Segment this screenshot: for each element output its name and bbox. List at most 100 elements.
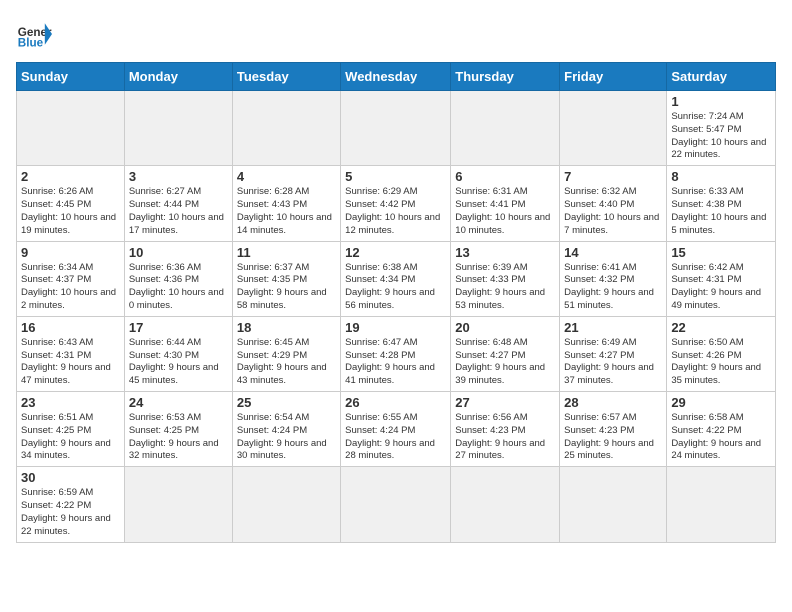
day-info: Sunrise: 6:51 AM Sunset: 4:25 PM Dayligh…: [21, 412, 120, 463]
calendar-day-cell: 8 Sunrise: 6:33 AM Sunset: 4:38 PM Daylig…: [667, 166, 776, 241]
day-info: Sunrise: 6:27 AM Sunset: 4:44 PM Dayligh…: [129, 186, 228, 237]
day-number: 5: [345, 169, 446, 184]
day-number: 28: [564, 395, 662, 410]
calendar-day-cell: [232, 467, 340, 542]
day-number: 23: [21, 395, 120, 410]
day-info: Sunrise: 6:59 AM Sunset: 4:22 PM Dayligh…: [21, 487, 120, 538]
calendar-day-cell: 11 Sunrise: 6:37 AM Sunset: 4:35 PM Dayli…: [232, 241, 340, 316]
calendar-day-cell: [124, 91, 232, 166]
calendar-day-cell: 12 Sunrise: 6:38 AM Sunset: 4:34 PM Dayli…: [341, 241, 451, 316]
calendar-day-cell: [232, 91, 340, 166]
day-info: Sunrise: 6:48 AM Sunset: 4:27 PM Dayligh…: [455, 337, 555, 388]
calendar-day-cell: 6Sunrise: 6:31 AM Sunset: 4:41 PM Daylig…: [451, 166, 560, 241]
calendar-week-row: 23 Sunrise: 6:51 AM Sunset: 4:25 PM Dayli…: [17, 392, 776, 467]
calendar-day-cell: 21 Sunrise: 6:49 AM Sunset: 4:27 PM Dayli…: [560, 316, 667, 391]
calendar-day-header: Thursday: [451, 63, 560, 91]
day-number: 17: [129, 320, 228, 335]
day-info: Sunrise: 6:38 AM Sunset: 4:34 PM Dayligh…: [345, 262, 446, 313]
logo-icon: General Blue: [16, 16, 52, 52]
calendar-day-cell: 22Sunrise: 6:50 AM Sunset: 4:26 PM Dayli…: [667, 316, 776, 391]
day-number: 27: [455, 395, 555, 410]
day-info: Sunrise: 6:26 AM Sunset: 4:45 PM Dayligh…: [21, 186, 120, 237]
calendar-day-cell: [124, 467, 232, 542]
day-info: Sunrise: 6:29 AM Sunset: 4:42 PM Dayligh…: [345, 186, 446, 237]
day-info: Sunrise: 6:50 AM Sunset: 4:26 PM Dayligh…: [671, 337, 771, 388]
calendar-day-cell: 5 Sunrise: 6:29 AM Sunset: 4:42 PM Daylig…: [341, 166, 451, 241]
calendar-day-cell: 29Sunrise: 6:58 AM Sunset: 4:22 PM Dayli…: [667, 392, 776, 467]
day-info: Sunrise: 6:36 AM Sunset: 4:36 PM Dayligh…: [129, 262, 228, 313]
day-info: Sunrise: 6:31 AM Sunset: 4:41 PM Dayligh…: [455, 186, 555, 237]
day-info: Sunrise: 6:55 AM Sunset: 4:24 PM Dayligh…: [345, 412, 446, 463]
day-info: Sunrise: 6:33 AM Sunset: 4:38 PM Dayligh…: [671, 186, 771, 237]
calendar-day-cell: [560, 91, 667, 166]
day-info: Sunrise: 6:37 AM Sunset: 4:35 PM Dayligh…: [237, 262, 336, 313]
day-info: Sunrise: 6:43 AM Sunset: 4:31 PM Dayligh…: [21, 337, 120, 388]
calendar-day-cell: [341, 467, 451, 542]
calendar-day-header: Saturday: [667, 63, 776, 91]
calendar-day-cell: 13 Sunrise: 6:39 AM Sunset: 4:33 PM Dayli…: [451, 241, 560, 316]
calendar-day-cell: 3 Sunrise: 6:27 AM Sunset: 4:44 PM Daylig…: [124, 166, 232, 241]
calendar-day-cell: 9Sunrise: 6:34 AM Sunset: 4:37 PM Daylig…: [17, 241, 125, 316]
calendar-header-row: SundayMondayTuesdayWednesdayThursdayFrid…: [17, 63, 776, 91]
day-number: 18: [237, 320, 336, 335]
day-info: Sunrise: 6:54 AM Sunset: 4:24 PM Dayligh…: [237, 412, 336, 463]
day-info: Sunrise: 6:45 AM Sunset: 4:29 PM Dayligh…: [237, 337, 336, 388]
day-number: 26: [345, 395, 446, 410]
day-number: 11: [237, 245, 336, 260]
calendar-day-cell: 4Sunrise: 6:28 AM Sunset: 4:43 PM Daylig…: [232, 166, 340, 241]
day-number: 12: [345, 245, 446, 260]
day-number: 14: [564, 245, 662, 260]
day-number: 3: [129, 169, 228, 184]
calendar-day-cell: 24 Sunrise: 6:53 AM Sunset: 4:25 PM Dayli…: [124, 392, 232, 467]
calendar-day-cell: 19Sunrise: 6:47 AM Sunset: 4:28 PM Dayli…: [341, 316, 451, 391]
day-number: 4: [237, 169, 336, 184]
day-info: Sunrise: 6:49 AM Sunset: 4:27 PM Dayligh…: [564, 337, 662, 388]
day-number: 10: [129, 245, 228, 260]
day-number: 24: [129, 395, 228, 410]
calendar-day-cell: 16 Sunrise: 6:43 AM Sunset: 4:31 PM Dayli…: [17, 316, 125, 391]
calendar-day-header: Friday: [560, 63, 667, 91]
day-number: 29: [671, 395, 771, 410]
calendar-day-cell: 30 Sunrise: 6:59 AM Sunset: 4:22 PM Dayli…: [17, 467, 125, 542]
day-info: Sunrise: 6:53 AM Sunset: 4:25 PM Dayligh…: [129, 412, 228, 463]
calendar-day-cell: 28 Sunrise: 6:57 AM Sunset: 4:23 PM Dayli…: [560, 392, 667, 467]
day-info: Sunrise: 6:39 AM Sunset: 4:33 PM Dayligh…: [455, 262, 555, 313]
calendar-week-row: 16 Sunrise: 6:43 AM Sunset: 4:31 PM Dayli…: [17, 316, 776, 391]
calendar-day-cell: 15Sunrise: 6:42 AM Sunset: 4:31 PM Dayli…: [667, 241, 776, 316]
calendar-day-cell: 2 Sunrise: 6:26 AM Sunset: 4:45 PM Daylig…: [17, 166, 125, 241]
day-number: 16: [21, 320, 120, 335]
calendar-day-header: Tuesday: [232, 63, 340, 91]
day-number: 1: [671, 94, 771, 109]
day-info: Sunrise: 6:44 AM Sunset: 4:30 PM Dayligh…: [129, 337, 228, 388]
calendar-day-cell: 20 Sunrise: 6:48 AM Sunset: 4:27 PM Dayli…: [451, 316, 560, 391]
calendar-day-cell: [451, 91, 560, 166]
calendar-day-cell: 17 Sunrise: 6:44 AM Sunset: 4:30 PM Dayli…: [124, 316, 232, 391]
day-number: 13: [455, 245, 555, 260]
day-number: 21: [564, 320, 662, 335]
calendar-day-cell: 23 Sunrise: 6:51 AM Sunset: 4:25 PM Dayli…: [17, 392, 125, 467]
day-number: 2: [21, 169, 120, 184]
day-number: 15: [671, 245, 771, 260]
day-info: Sunrise: 6:47 AM Sunset: 4:28 PM Dayligh…: [345, 337, 446, 388]
day-info: Sunrise: 6:34 AM Sunset: 4:37 PM Dayligh…: [21, 262, 120, 313]
calendar-day-cell: [341, 91, 451, 166]
calendar-day-cell: 27 Sunrise: 6:56 AM Sunset: 4:23 PM Dayli…: [451, 392, 560, 467]
calendar-day-cell: [667, 467, 776, 542]
day-number: 25: [237, 395, 336, 410]
calendar-day-header: Sunday: [17, 63, 125, 91]
calendar-day-cell: 14Sunrise: 6:41 AM Sunset: 4:32 PM Dayli…: [560, 241, 667, 316]
calendar-day-cell: [451, 467, 560, 542]
logo: General Blue: [16, 16, 56, 52]
calendar-week-row: 2 Sunrise: 6:26 AM Sunset: 4:45 PM Daylig…: [17, 166, 776, 241]
day-number: 8: [671, 169, 771, 184]
calendar-day-header: Wednesday: [341, 63, 451, 91]
day-info: Sunrise: 6:57 AM Sunset: 4:23 PM Dayligh…: [564, 412, 662, 463]
calendar-week-row: 30 Sunrise: 6:59 AM Sunset: 4:22 PM Dayli…: [17, 467, 776, 542]
day-number: 30: [21, 470, 120, 485]
day-info: Sunrise: 6:56 AM Sunset: 4:23 PM Dayligh…: [455, 412, 555, 463]
calendar-day-cell: 18 Sunrise: 6:45 AM Sunset: 4:29 PM Dayli…: [232, 316, 340, 391]
calendar-day-cell: [17, 91, 125, 166]
day-number: 20: [455, 320, 555, 335]
page-header: General Blue: [16, 16, 776, 52]
day-info: Sunrise: 7:24 AM Sunset: 5:47 PM Dayligh…: [671, 111, 771, 162]
